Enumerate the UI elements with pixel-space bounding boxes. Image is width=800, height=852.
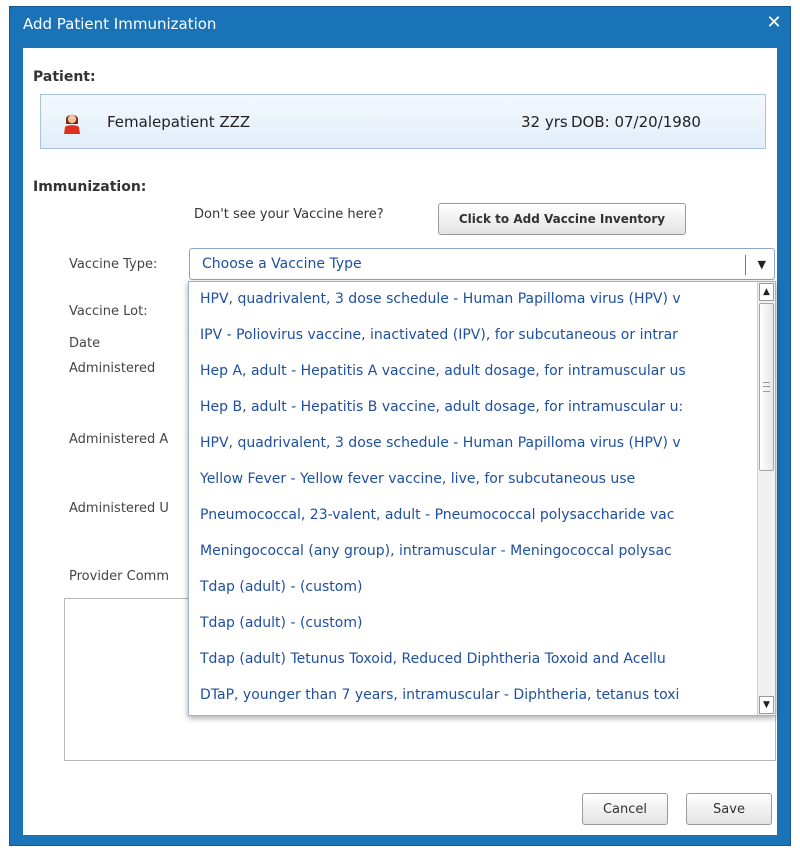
provider-comments-label: Provider Comm <box>69 569 170 584</box>
patient-section-label: Patient: <box>33 69 96 85</box>
add-immunization-dialog: Add Patient Immunization ✕ Patient: Fema… <box>9 6 791 846</box>
vaccine-lot-label: Vaccine Lot: <box>69 304 148 319</box>
add-vaccine-inventory-button[interactable]: Click to Add Vaccine Inventory <box>438 203 686 235</box>
dropdown-option[interactable]: Meningococcal (any group), intramuscular… <box>189 534 751 568</box>
dropdown-option[interactable]: Yellow Fever - Yellow fever vaccine, liv… <box>189 462 751 496</box>
save-button[interactable]: Save <box>686 793 772 825</box>
dropdown-option[interactable]: HPV, quadrivalent, 3 dose schedule - Hum… <box>189 282 751 316</box>
patient-age: 32 yrs <box>521 113 568 131</box>
dropdown-option[interactable]: Tdap (adult) Tetunus Toxoid, Reduced Dip… <box>189 642 751 676</box>
dialog-title: Add Patient Immunization <box>23 15 217 33</box>
select-divider <box>745 255 746 275</box>
date-administered-label-line1: Date <box>69 336 101 351</box>
scroll-down-icon[interactable]: ▼ <box>759 696 774 714</box>
vaccine-hint-text: Don't see your Vaccine here? <box>194 207 384 222</box>
vaccine-type-select[interactable]: Choose a Vaccine Type ▼ <box>189 248 775 280</box>
dropdown-option[interactable]: Hep B, adult - Hepatitis B vaccine, adul… <box>189 390 751 424</box>
dropdown-option[interactable]: Pneumococcal, 23-valent, adult - Pneumoc… <box>189 498 751 532</box>
dropdown-option[interactable]: IPV - Poliovirus vaccine, inactivated (I… <box>189 318 751 352</box>
date-administered-label-line2: Administered <box>69 361 156 376</box>
dropdown-option[interactable]: Hep A, adult - Hepatitis A vaccine, adul… <box>189 354 751 388</box>
scroll-up-icon[interactable]: ▲ <box>759 283 774 301</box>
female-avatar-icon <box>64 114 80 134</box>
cancel-button[interactable]: Cancel <box>582 793 668 825</box>
administered-units-label: Administered U <box>69 501 169 516</box>
dropdown-option[interactable]: Tdap (adult) - (custom) <box>189 570 751 604</box>
vaccine-type-value: Choose a Vaccine Type <box>202 256 362 272</box>
vaccine-type-label: Vaccine Type: <box>69 257 158 272</box>
immunization-section-label: Immunization: <box>33 179 147 195</box>
dropdown-option[interactable]: Tdap (adult) - (custom) <box>189 606 751 640</box>
patient-card: Femalepatient ZZZ 32 yrs DOB: 07/20/1980 <box>40 94 766 149</box>
dropdown-scrollbar[interactable]: ▲ ▼ <box>757 282 775 715</box>
close-icon[interactable]: ✕ <box>764 12 784 33</box>
scrollbar-thumb[interactable] <box>759 303 774 471</box>
dialog-body: Patient: Femalepatient ZZZ 32 yrs DOB: 0… <box>23 48 777 835</box>
patient-dob: DOB: 07/20/1980 <box>571 113 701 131</box>
grip-icon <box>763 382 770 392</box>
patient-name: Femalepatient ZZZ <box>107 113 251 131</box>
administered-amount-label: Administered A <box>69 432 169 447</box>
vaccine-type-dropdown-list: HPV, quadrivalent, 3 dose schedule - Hum… <box>188 281 776 716</box>
dropdown-option[interactable]: DTaP, younger than 7 years, intramuscula… <box>189 678 751 712</box>
dropdown-option[interactable]: HPV, quadrivalent, 3 dose schedule - Hum… <box>189 426 751 460</box>
dialog-titlebar: Add Patient Immunization ✕ <box>10 7 790 41</box>
chevron-down-icon[interactable]: ▼ <box>758 258 766 271</box>
